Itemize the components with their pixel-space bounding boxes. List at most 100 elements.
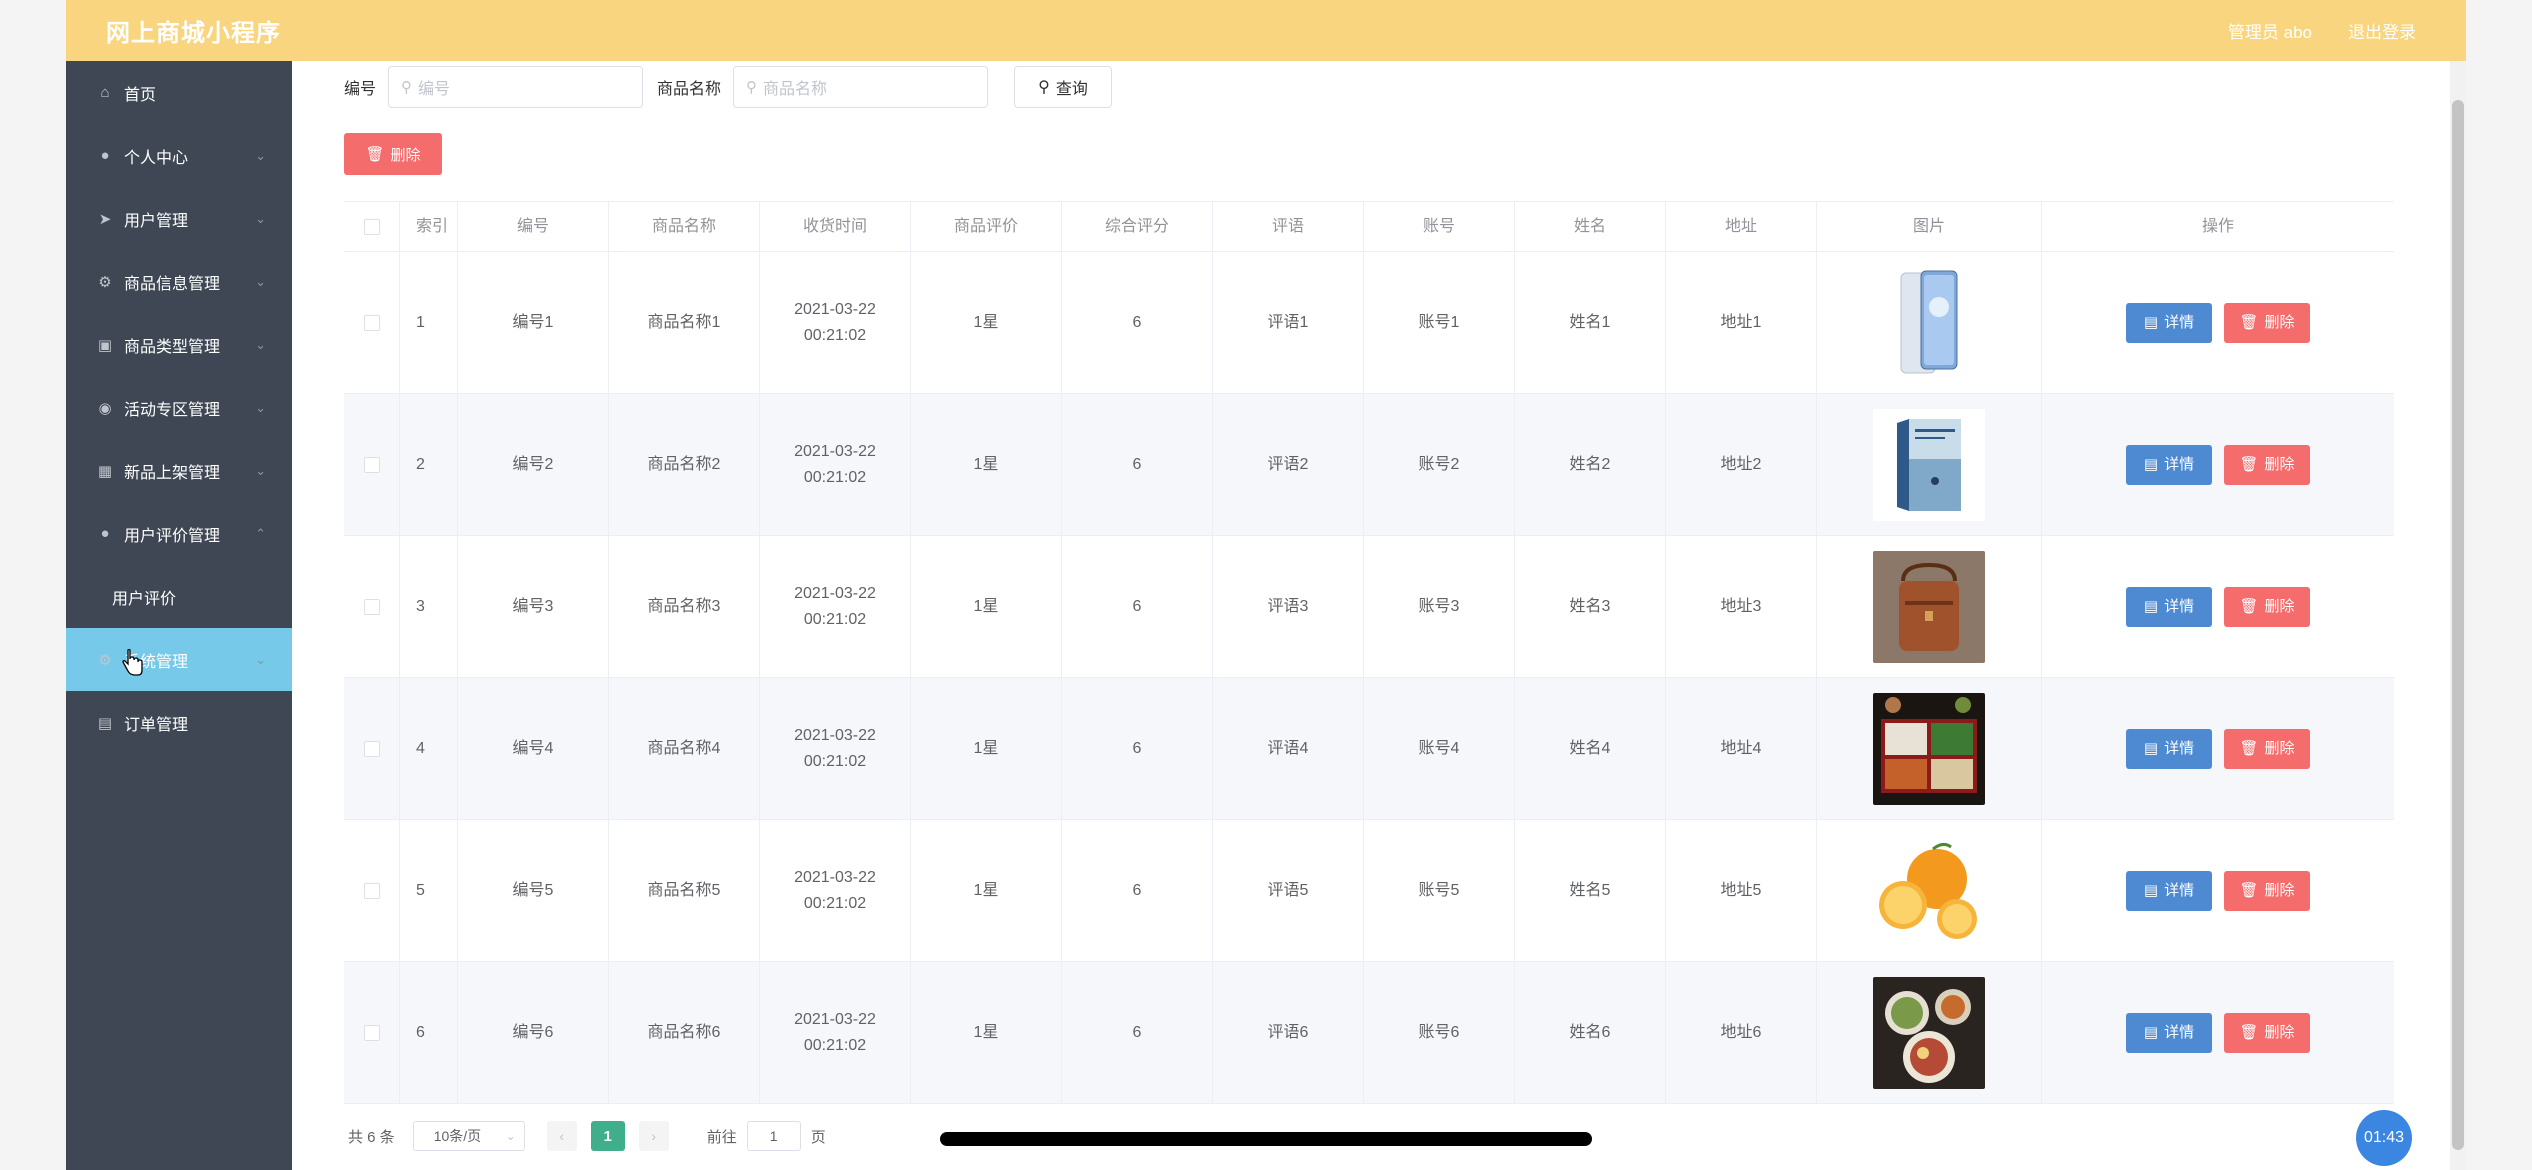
sidebar-item-home[interactable]: ⌂ 首页 xyxy=(66,61,292,124)
sidebar-item-orders[interactable]: ▤ 订单管理 xyxy=(66,691,292,754)
sidebar-subitem-reviews[interactable]: 用户评价 xyxy=(66,565,292,628)
page-size-select[interactable]: 10条/页 ⌄ xyxy=(412,1121,525,1151)
cell-no: 编号5 xyxy=(458,820,609,961)
sidebar-item-profile[interactable]: ● 个人中心 ⌄ xyxy=(66,124,292,187)
detail-button[interactable]: ▤ 详情 xyxy=(2126,728,2212,769)
row-checkbox[interactable] xyxy=(363,314,380,331)
detail-button[interactable]: ▤ 详情 xyxy=(2126,302,2212,343)
cell-index: 6 xyxy=(400,962,458,1103)
detail-label: 详情 xyxy=(2164,1023,2195,1041)
row-checkbox[interactable] xyxy=(363,456,380,473)
cell-rating: 1星 xyxy=(911,252,1062,393)
next-page-button[interactable]: › xyxy=(638,1121,669,1151)
document-icon: ▤ xyxy=(2143,881,2159,899)
delete-label: 删除 xyxy=(2264,881,2295,899)
user-icon: ● xyxy=(100,147,110,164)
sidebar-item-users[interactable]: ➤ 用户管理 ⌄ xyxy=(66,187,292,250)
delete-button[interactable]: 🗑 删除 xyxy=(2224,728,2310,769)
trash-icon: 🗑 xyxy=(2239,597,2259,615)
chevron-down-icon: ⌄ xyxy=(255,399,266,415)
detail-button[interactable]: ▤ 详情 xyxy=(2126,1012,2212,1053)
batch-delete-button[interactable]: 🗑 删除 xyxy=(344,133,442,175)
prev-page-button[interactable]: ‹ xyxy=(546,1121,577,1151)
chevron-down-icon: ⌄ xyxy=(255,336,266,352)
cell-score: 6 xyxy=(1062,536,1213,677)
row-checkbox-cell[interactable] xyxy=(344,252,400,393)
delete-button[interactable]: 🗑 删除 xyxy=(2224,302,2310,343)
row-checkbox-cell[interactable] xyxy=(344,394,400,535)
detail-button[interactable]: ▤ 详情 xyxy=(2126,870,2212,911)
name-search-input[interactable]: ⚲ 商品名称 xyxy=(733,66,989,108)
cell-name: 商品名称1 xyxy=(609,252,760,393)
sidebar-item-activity[interactable]: ◉ 活动专区管理 ⌄ xyxy=(66,376,292,439)
cell-no: 编号2 xyxy=(458,394,609,535)
delete-button[interactable]: 🗑 删除 xyxy=(2224,1012,2310,1053)
cell-comment: 评语2 xyxy=(1213,394,1364,535)
app-title: 网上商城小程序 xyxy=(106,20,281,47)
document-icon: ▤ xyxy=(2143,1023,2159,1041)
batch-delete-label: 删除 xyxy=(390,146,421,164)
page-size-value: 10条/页 xyxy=(433,1128,482,1144)
cell-actions: ▤ 详情 🗑 删除 xyxy=(2042,962,2394,1103)
sidebar-item-goods[interactable]: ⚙ 商品信息管理 ⌄ xyxy=(66,250,292,313)
row-checkbox-cell[interactable] xyxy=(344,962,400,1103)
cell-time: 2021-03-22 00:21:02 xyxy=(760,252,911,393)
cell-score: 6 xyxy=(1062,820,1213,961)
detail-button[interactable]: ▤ 详情 xyxy=(2126,586,2212,627)
chevron-left-icon: ‹ xyxy=(559,1128,565,1144)
row-checkbox[interactable] xyxy=(363,1024,380,1041)
chevron-down-icon: ⌄ xyxy=(505,1129,516,1143)
cell-address: 地址6 xyxy=(1666,962,1817,1103)
search-icon: ⚲ xyxy=(1038,79,1050,96)
column-header: 姓名 xyxy=(1515,202,1666,251)
cell-account: 账号3 xyxy=(1364,536,1515,677)
cell-score: 6 xyxy=(1062,962,1213,1103)
cell-address: 地址3 xyxy=(1666,536,1817,677)
row-checkbox[interactable] xyxy=(363,598,380,615)
hand-cursor-icon xyxy=(122,649,143,676)
select-all-checkbox[interactable] xyxy=(363,218,380,235)
product-book-image xyxy=(1873,408,1985,521)
document-icon: ▤ xyxy=(2143,455,2159,473)
pagination: 共 6 条 10条/页 ⌄ ‹ 1 › 前往 1 页 xyxy=(348,1121,826,1151)
sidebar-item-new-goods[interactable]: ▦ 新品上架管理 ⌄ xyxy=(66,439,292,502)
table-row: 5 编号5 商品名称5 2021-03-22 00:21:02 1星 6 评语5… xyxy=(344,820,2394,962)
cell-comment: 评语4 xyxy=(1213,678,1364,819)
goto-page-input[interactable]: 1 xyxy=(746,1121,801,1151)
cell-actions: ▤ 详情 🗑 删除 xyxy=(2042,394,2394,535)
cell-name: 商品名称2 xyxy=(609,394,760,535)
page-number-current[interactable]: 1 xyxy=(590,1121,625,1151)
cell-index: 3 xyxy=(400,536,458,677)
row-checkbox-cell[interactable] xyxy=(344,678,400,819)
logout-link[interactable]: 退出登录 xyxy=(2348,18,2416,43)
recording-timer: 01:43 xyxy=(2356,1110,2412,1166)
delete-button[interactable]: 🗑 删除 xyxy=(2224,444,2310,485)
sidebar-item-reviews[interactable]: ● 用户评价管理 ⌃ xyxy=(66,502,292,565)
sidebar-item-system[interactable]: ⚙ 系统管理 ⌄ xyxy=(66,628,292,691)
row-checkbox-cell[interactable] xyxy=(344,820,400,961)
trash-icon: 🗑 xyxy=(2239,1023,2259,1041)
cell-username: 姓名5 xyxy=(1515,820,1666,961)
sidebar-item-label: 用户评价 xyxy=(112,590,177,608)
column-header: 地址 xyxy=(1666,202,1817,251)
delete-label: 删除 xyxy=(2264,597,2295,615)
no-search-input[interactable]: ⚲ 编号 xyxy=(388,66,644,108)
delete-button[interactable]: 🗑 删除 xyxy=(2224,586,2310,627)
row-checkbox[interactable] xyxy=(363,740,380,757)
row-checkbox-cell[interactable] xyxy=(344,536,400,677)
delete-button[interactable]: 🗑 删除 xyxy=(2224,870,2310,911)
row-checkbox[interactable] xyxy=(363,882,380,899)
scrollbar-thumb[interactable] xyxy=(2452,100,2464,1150)
sidebar-item-goods-type[interactable]: ▣ 商品类型管理 ⌄ xyxy=(66,313,292,376)
select-all-checkbox-cell[interactable] xyxy=(344,202,400,251)
detail-label: 详情 xyxy=(2164,881,2195,899)
cell-score: 6 xyxy=(1062,678,1213,819)
cell-image xyxy=(1817,252,2042,393)
chevron-right-icon: › xyxy=(651,1128,657,1144)
detail-button[interactable]: ▤ 详情 xyxy=(2126,444,2212,485)
table-header: 索引 编号 商品名称 收货时间 商品评价 综合评分 评语 账号 姓名 地址 图片… xyxy=(344,202,2394,252)
cell-username: 姓名6 xyxy=(1515,962,1666,1103)
cell-account: 账号6 xyxy=(1364,962,1515,1103)
cell-comment: 评语1 xyxy=(1213,252,1364,393)
query-button[interactable]: ⚲ 查询 xyxy=(1014,66,1113,108)
